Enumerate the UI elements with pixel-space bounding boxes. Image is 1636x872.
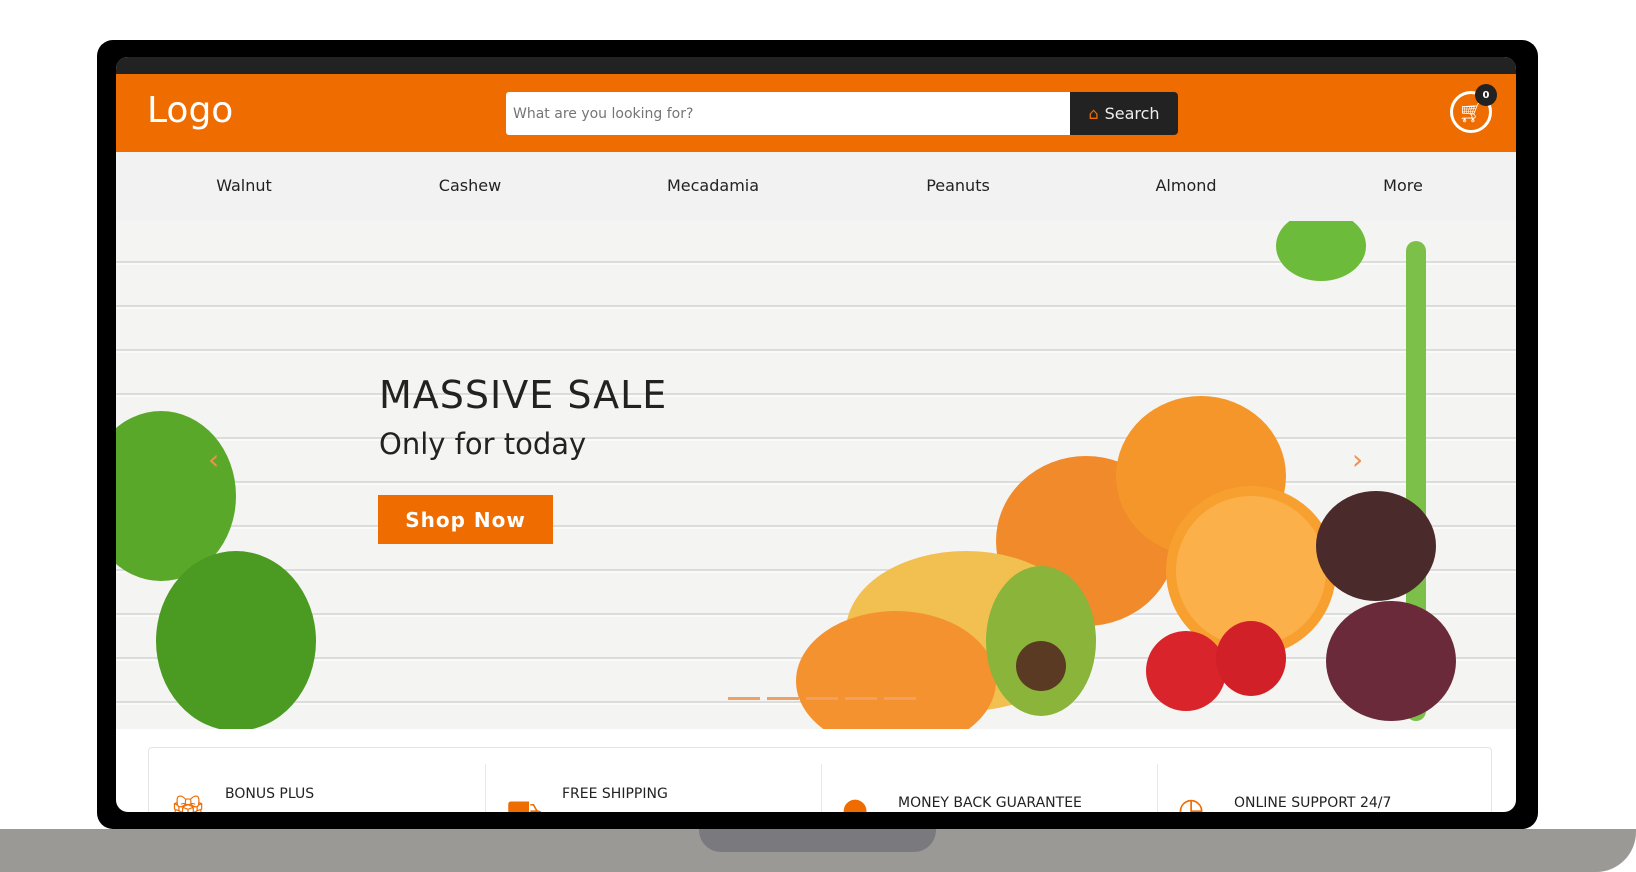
slide-indicator[interactable] (767, 697, 799, 700)
slide-indicator[interactable] (845, 697, 877, 700)
laptop-notch (699, 829, 936, 852)
truck-icon: ⛟ (506, 794, 544, 812)
cart-count-badge: 0 (1475, 84, 1497, 106)
slide-indicators (728, 697, 916, 700)
hero-title: MASSIVE SALE (379, 373, 668, 417)
slide-indicator[interactable] (884, 697, 916, 700)
prev-slide-icon[interactable]: ‹ (208, 443, 219, 476)
feature-title: ONLINE SUPPORT 24/7 (1234, 795, 1392, 811)
clock-icon: ◷ (1178, 792, 1205, 812)
nav-item-almond[interactable]: Almond (1155, 176, 1216, 195)
search-input[interactable] (506, 92, 1070, 135)
features-box: 🎁︎ BONUS PLUS ⛟ FREE SHIPPING ● MONEY BA… (148, 747, 1492, 812)
search-button-label: Search (1104, 104, 1160, 123)
gift-icon: 🎁︎ (169, 794, 208, 812)
nav-item-peanuts[interactable]: Peanuts (926, 176, 990, 195)
shop-now-button[interactable]: Shop Now (378, 495, 553, 544)
feature-bonus-plus: 🎁︎ BONUS PLUS (149, 764, 485, 812)
search-button[interactable]: ⌂ Search (1070, 92, 1178, 135)
browser-top-bar (116, 57, 1516, 74)
nav-item-cashew[interactable]: Cashew (439, 176, 501, 195)
feature-online-support: ◷ ONLINE SUPPORT 24/7 (1157, 764, 1493, 812)
search-bar: ⌂ Search (506, 92, 1178, 135)
feature-title: FREE SHIPPING (562, 786, 668, 802)
next-slide-icon[interactable]: › (1352, 443, 1363, 476)
category-nav: Walnut Cashew Mecadamia Peanuts Almond M… (116, 152, 1516, 221)
logo[interactable]: Logo (147, 90, 233, 131)
hero-subtitle: Only for today (379, 427, 587, 461)
feature-title: MONEY BACK GUARANTEE (898, 795, 1082, 811)
feature-money-back: ● MONEY BACK GUARANTEE (821, 764, 1157, 812)
nav-item-walnut[interactable]: Walnut (216, 176, 272, 195)
nav-item-mecadamia[interactable]: Mecadamia (667, 176, 759, 195)
slide-indicator[interactable] (806, 697, 838, 700)
money-icon: ● (842, 792, 869, 812)
slide-indicator[interactable] (728, 697, 760, 700)
screen: Logo ⌂Search 🛒︎ 0 Walnut Cashew Mecadami… (116, 57, 1516, 812)
hero-banner: ‹ › MASSIVE SALE Only for today Shop Now (116, 221, 1516, 729)
feature-free-shipping: ⛟ FREE SHIPPING (485, 764, 821, 812)
home-search-icon: ⌂ (1088, 104, 1099, 123)
feature-title: BONUS PLUS (225, 786, 315, 802)
site-header: Logo ⌂Search 🛒︎ 0 (116, 74, 1516, 152)
nav-item-more[interactable]: More (1383, 176, 1423, 195)
